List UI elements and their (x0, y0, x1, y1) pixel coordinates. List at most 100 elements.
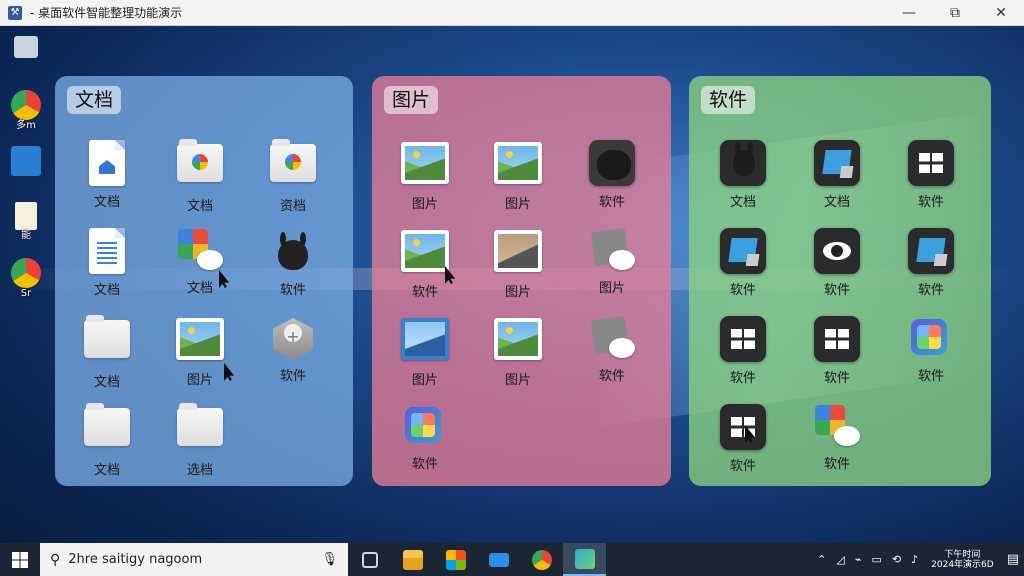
grid-app-icon (812, 316, 862, 366)
item-label: 软件 (823, 457, 850, 472)
panel-item[interactable]: 文档 (67, 138, 147, 210)
panel-item[interactable]: 选档 (160, 402, 240, 478)
panel-title: 图片 (384, 86, 439, 114)
panel-title: 软件 (701, 86, 756, 114)
black-blob-app-icon (587, 140, 637, 190)
close-button[interactable]: ✕ (978, 0, 1024, 26)
panel-item[interactable]: 软件 (797, 226, 877, 298)
panel-item[interactable]: 软件 (385, 226, 465, 300)
battery-icon[interactable]: ▭ (871, 553, 881, 566)
item-label: 文档 (93, 283, 120, 298)
chevron-up-icon[interactable]: ⌃ (817, 553, 826, 566)
chrome-icon (11, 258, 41, 288)
panel-item[interactable]: 软件 (385, 402, 465, 472)
panel-item[interactable]: 图片 (478, 314, 558, 388)
hexagon-app-icon (268, 314, 318, 364)
panel-item[interactable]: 文档 (160, 226, 240, 296)
panel-item[interactable]: 软件 (703, 314, 783, 386)
panel-item[interactable]: 软件 (891, 314, 971, 384)
panel-item[interactable]: 文档 (797, 138, 877, 210)
image-icon (400, 230, 450, 280)
panel-item[interactable]: 软件 (572, 138, 652, 210)
panel-item[interactable]: 软件 (891, 138, 971, 210)
taskbar: ⚲ 2hre saitigy nagoom 🎙 ⌃ ◿ ⌁ ▭ ⟲ ♪ 下午时间… (0, 543, 1024, 576)
panel-item[interactable]: 软件 (253, 314, 333, 384)
item-label: 选档 (186, 463, 213, 478)
search-box[interactable]: ⚲ 2hre saitigy nagoom 🎙 (40, 543, 348, 576)
title-bar: ⚒ - 桌面软件智能整理功能演示 — ⧉ ✕ (0, 0, 1024, 26)
slides-app-icon (906, 228, 956, 278)
chrome-button[interactable] (520, 543, 563, 576)
store-icon (445, 549, 466, 570)
volume-icon[interactable]: ♪ (911, 553, 918, 566)
grid-app-icon (906, 140, 956, 190)
item-label: 软件 (729, 283, 756, 298)
item-label: 文档 (729, 195, 756, 210)
folder-icon (82, 315, 132, 370)
store-button[interactable] (434, 543, 477, 576)
panel-item[interactable]: 资档 (253, 138, 333, 214)
chrome-icon (11, 90, 41, 120)
image-icon (493, 318, 543, 368)
item-label: 图片 (504, 197, 531, 212)
sync-icon[interactable]: ⟲ (892, 553, 901, 566)
item-label: 文档 (186, 199, 213, 214)
wifi-icon[interactable]: ⌁ (855, 553, 862, 566)
panel-item[interactable]: 图片 (385, 314, 465, 388)
item-label: 图片 (598, 281, 625, 296)
chrome-icon (531, 549, 552, 570)
image-icon (175, 318, 225, 368)
slides-app-icon (718, 228, 768, 278)
panel-item[interactable]: 软件 (797, 402, 877, 472)
grid-app-icon (718, 316, 768, 366)
clock[interactable]: 下午时间 2024年演示6D (931, 550, 994, 570)
minimize-button[interactable]: — (886, 0, 932, 26)
notification-icon[interactable]: ▤ (1007, 552, 1019, 567)
start-button[interactable] (0, 543, 40, 576)
item-label: 软件 (823, 371, 850, 386)
panel-item[interactable]: 文档 (67, 402, 147, 478)
item-label: 软件 (279, 283, 306, 298)
panel-item[interactable]: 图片 (572, 226, 652, 296)
item-label: 软件 (917, 195, 944, 210)
item-label: 文档 (93, 375, 120, 390)
folder-icon (175, 403, 225, 458)
desktop-icon-chrome-2[interactable]: Sr (6, 258, 46, 299)
panel-item[interactable]: 软件 (891, 226, 971, 298)
microphone-icon[interactable]: 🎙 (321, 552, 338, 567)
photos-button[interactable] (563, 543, 606, 576)
desktop-icon-document[interactable]: 能 (6, 202, 46, 241)
panel-item[interactable]: 软件 (703, 226, 783, 298)
desktop-icon-outlook[interactable] (6, 146, 46, 176)
item-label: 文档 (823, 195, 850, 210)
panel-item[interactable]: 图片 (478, 226, 558, 300)
panel-item[interactable]: 文档 (67, 226, 147, 298)
maximize-button[interactable]: ⧉ (932, 0, 978, 26)
tiles-cloud-icon (175, 226, 225, 276)
desktop-icon-label: 能 (21, 230, 31, 241)
panel-item[interactable]: 图片 (385, 138, 465, 212)
outlook-icon (11, 146, 41, 176)
panel-item[interactable]: 软件 (797, 314, 877, 386)
panel-item[interactable]: 文档 (67, 314, 147, 390)
panel-item[interactable]: 软件 (703, 402, 783, 474)
panel-item[interactable]: 软件 (572, 314, 652, 384)
clock-date: 2024年演示6D (931, 559, 994, 570)
file-explorer-button[interactable] (391, 543, 434, 576)
item-label: 文档 (186, 281, 213, 296)
mail-button[interactable] (477, 543, 520, 576)
task-view-icon (361, 551, 378, 568)
panel-item[interactable]: 图片 (478, 138, 558, 212)
panel-item[interactable]: 文档 (160, 138, 240, 214)
panel-item[interactable]: 文档 (703, 138, 783, 210)
window-controls: — ⧉ ✕ (886, 0, 1024, 26)
image-icon (400, 142, 450, 192)
text-document-icon (82, 228, 132, 278)
network-icon[interactable]: ◿ (836, 553, 844, 566)
task-view-button[interactable] (348, 543, 391, 576)
rabbit-app-icon (268, 228, 318, 278)
desktop-icon-chrome[interactable]: 多m (6, 90, 46, 131)
desktop-icon-recycle-bin[interactable] (6, 36, 46, 58)
software-panel: 软件 文档 文档 软件 软件 软件 软件 软件 软件 软件 软件 软件 (689, 76, 991, 486)
panel-item[interactable]: 软件 (253, 226, 333, 298)
